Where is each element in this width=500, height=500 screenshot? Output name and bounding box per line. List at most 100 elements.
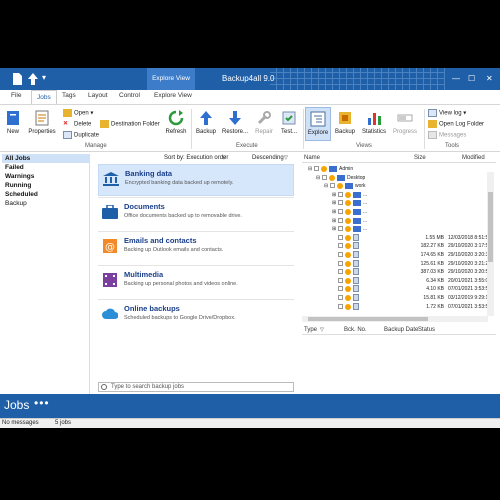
expand-toggle-icon[interactable]: ⊞ xyxy=(332,217,336,225)
explorer-row[interactable]: ⊞... xyxy=(302,208,488,217)
column-bck-no[interactable]: Bck. No. xyxy=(344,326,367,335)
tab-explore-view[interactable]: Explore View xyxy=(154,92,192,99)
column-type[interactable]: Type xyxy=(304,326,317,335)
explorer-row[interactable]: ⊞... xyxy=(302,191,488,200)
tab-layout[interactable]: Layout xyxy=(88,92,108,99)
row-checkbox[interactable] xyxy=(338,286,343,292)
document-icon[interactable] xyxy=(12,73,22,85)
explorer-vertical-scrollbar[interactable] xyxy=(487,172,494,316)
explorer-row[interactable]: ⊟ work xyxy=(302,182,488,191)
filter-all-jobs[interactable]: All Jobs xyxy=(2,154,89,163)
quick-access-dropdown-icon[interactable]: ▾ xyxy=(42,73,46,82)
row-checkbox[interactable] xyxy=(338,277,343,283)
minimize-button[interactable]: — xyxy=(452,74,460,83)
explorer-row[interactable]: 1.72 KB 07/01/2021 3:53:59 xyxy=(302,302,491,312)
expand-toggle-icon[interactable]: ⊞ xyxy=(332,225,336,233)
repair-button[interactable]: Repair xyxy=(252,109,276,135)
backup-view-button[interactable]: Backup xyxy=(333,109,357,135)
filter-scheduled[interactable]: Scheduled xyxy=(2,190,89,199)
explorer-row[interactable]: 174.65 KB 29/10/2020 3:20:39 xyxy=(302,251,491,260)
explorer-row[interactable]: 4.10 KB 07/01/2021 3:53:59 xyxy=(302,285,491,294)
filter-backup[interactable]: Backup xyxy=(2,199,89,208)
delete-button[interactable]: ✕ Delete xyxy=(63,120,91,128)
filter-warnings[interactable]: Warnings xyxy=(2,172,89,181)
sort-direction-dropdown[interactable]: Descending xyxy=(252,154,284,163)
job-item-online-backups[interactable]: Online backups Scheduled backups to Goog… xyxy=(98,300,294,332)
expand-toggle-icon[interactable]: ⊞ xyxy=(332,199,336,207)
expand-toggle-icon[interactable]: ⊟ xyxy=(324,182,328,190)
explorer-row[interactable]: 182.27 KB 29/10/2020 3:17:51 xyxy=(302,242,491,251)
explorer-horizontal-scrollbar[interactable] xyxy=(302,316,488,322)
maximize-button[interactable]: ☐ xyxy=(468,74,475,83)
row-checkbox[interactable] xyxy=(338,243,343,249)
progress-button[interactable]: Progress xyxy=(391,109,419,135)
row-checkbox[interactable] xyxy=(338,269,343,275)
column-status[interactable]: Status xyxy=(418,326,435,335)
expand-toggle-icon[interactable]: ⊞ xyxy=(332,208,336,216)
row-checkbox[interactable] xyxy=(338,217,343,223)
scrollbar-thumb[interactable] xyxy=(308,317,428,321)
row-checkbox[interactable] xyxy=(314,166,319,171)
open-button[interactable]: Open ▾ xyxy=(63,109,93,117)
more-options-icon[interactable]: ••• xyxy=(34,396,50,410)
row-checkbox[interactable] xyxy=(338,200,343,206)
open-log-folder-button[interactable]: Open Log Folder xyxy=(428,120,484,128)
row-checkbox[interactable] xyxy=(338,303,343,309)
column-size[interactable]: Size xyxy=(414,154,426,163)
row-checkbox[interactable] xyxy=(338,226,343,232)
row-checkbox[interactable] xyxy=(322,174,327,180)
row-checkbox[interactable] xyxy=(338,295,343,300)
explorer-row[interactable]: 387.03 KB 29/10/2020 3:20:57 xyxy=(302,268,491,277)
duplicate-button[interactable]: Duplicate xyxy=(63,131,99,139)
explorer-row[interactable]: ⊞... xyxy=(302,217,488,226)
explorer-row[interactable]: ⊞... xyxy=(302,225,488,234)
row-checkbox[interactable] xyxy=(338,260,343,266)
row-checkbox[interactable] xyxy=(338,234,343,240)
job-item-banking-data[interactable]: Banking data Encrypted banking data back… xyxy=(98,164,294,196)
arrow-up-icon[interactable] xyxy=(28,73,38,85)
explorer-row[interactable]: ⊟ Desktop xyxy=(302,174,488,183)
job-item-documents[interactable]: Documents Office documents backed up to … xyxy=(98,198,294,230)
view-log-button[interactable]: View log ▾ xyxy=(428,109,466,117)
expand-toggle-icon[interactable]: ⊟ xyxy=(316,174,320,182)
job-item-emails-and-contacts[interactable]: @ Emails and contacts Backing up Outlook… xyxy=(98,232,294,264)
column-modified[interactable]: Modified xyxy=(462,154,485,163)
row-checkbox[interactable] xyxy=(330,183,335,189)
backup-button[interactable]: Backup xyxy=(195,109,217,135)
explorer-row[interactable]: 15.81 KB 03/12/2019 9:29:12 xyxy=(302,294,491,303)
tab-control[interactable]: Control xyxy=(119,92,140,99)
expand-toggle-icon[interactable]: ⊞ xyxy=(332,191,336,199)
explorer-row[interactable]: 6.34 KB 20/01/2021 3:55:09 xyxy=(302,276,491,286)
explorer-row[interactable]: 125.61 KB 29/10/2020 3:21:28 xyxy=(302,259,491,269)
row-checkbox[interactable] xyxy=(338,252,343,257)
row-checkbox[interactable] xyxy=(338,191,343,197)
filter-running[interactable]: Running xyxy=(2,181,89,190)
row-checkbox[interactable] xyxy=(338,209,343,214)
close-button[interactable]: ✕ xyxy=(486,74,493,83)
column-backup-date[interactable]: Backup Date xyxy=(384,326,418,335)
restore-button[interactable]: Restore... xyxy=(220,109,250,135)
explorer-row[interactable]: ⊟ Admin xyxy=(302,165,488,174)
sort-chevron-icon[interactable]: ▽ xyxy=(222,154,226,163)
job-item-multimedia[interactable]: Multimedia Backing up personal photos an… xyxy=(98,266,294,298)
direction-chevron-icon[interactable]: ▽ xyxy=(284,154,288,163)
expand-toggle-icon[interactable]: ⊟ xyxy=(308,165,312,173)
filter-failed[interactable]: Failed xyxy=(2,163,89,172)
tab-file[interactable]: File xyxy=(11,92,21,99)
refresh-button[interactable]: Refresh xyxy=(164,109,188,135)
explore-view-button[interactable]: Explore xyxy=(305,107,331,141)
job-search-input[interactable]: Type to search backup jobs xyxy=(98,382,294,392)
column-name[interactable]: Name xyxy=(304,154,320,163)
tab-jobs[interactable]: Jobs xyxy=(31,90,57,105)
destination-folder-button[interactable]: Destination Folder xyxy=(100,120,160,128)
scrollbar-thumb[interactable] xyxy=(488,192,493,262)
properties-button[interactable]: Properties xyxy=(25,109,59,135)
statistics-button[interactable]: Statistics xyxy=(360,109,388,135)
explorer-row[interactable]: ⊞... xyxy=(302,199,488,208)
test-button[interactable]: Test... xyxy=(278,109,300,135)
messages-button[interactable]: Messages xyxy=(428,131,466,139)
sort-by-dropdown[interactable]: Sort by: Execution order xyxy=(164,154,228,163)
new-button[interactable]: New xyxy=(3,109,23,135)
tab-tags[interactable]: Tags xyxy=(62,92,76,99)
type-filter-icon[interactable]: ▽ xyxy=(320,326,324,335)
